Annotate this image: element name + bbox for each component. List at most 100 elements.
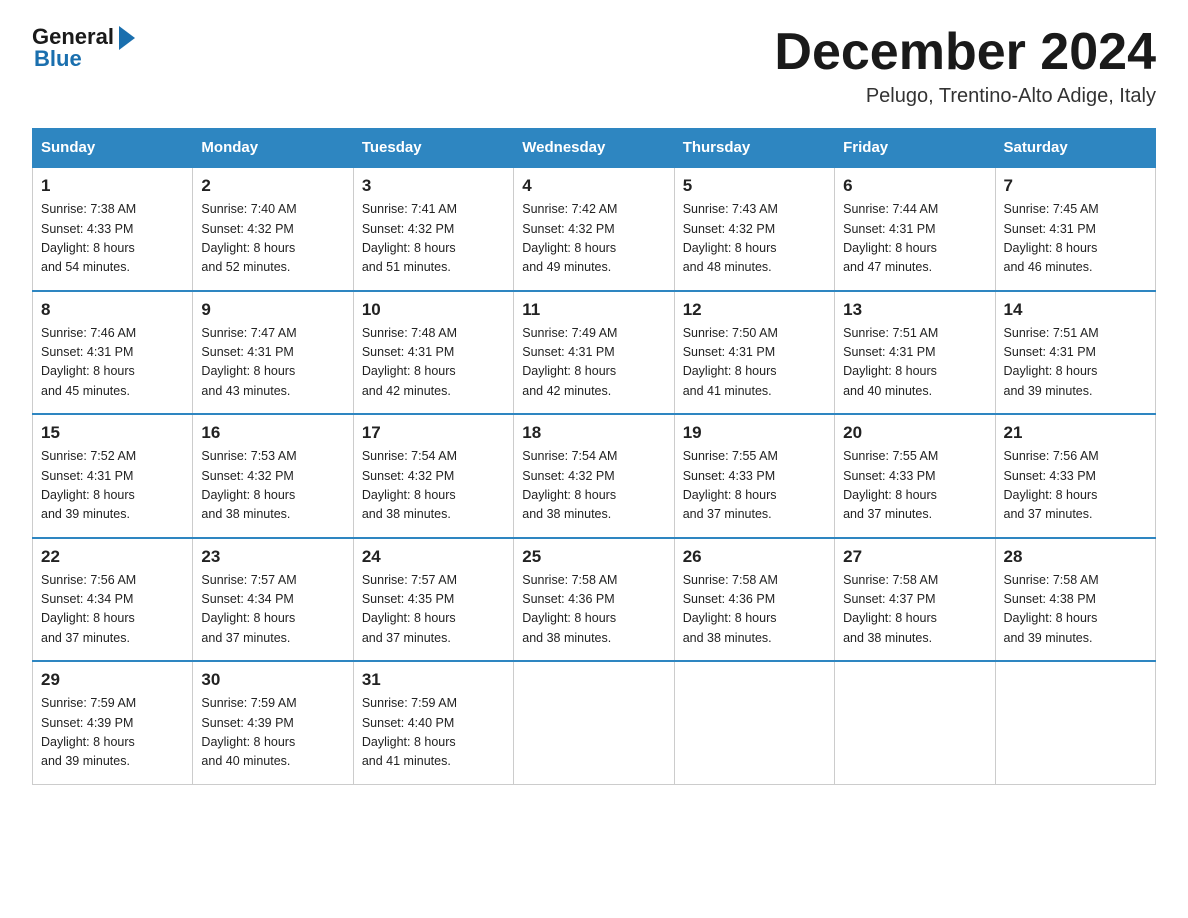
day-number: 11 <box>522 300 665 320</box>
day-number: 19 <box>683 423 826 443</box>
day-info: Sunrise: 7:46 AMSunset: 4:31 PMDaylight:… <box>41 324 184 402</box>
day-info: Sunrise: 7:49 AMSunset: 4:31 PMDaylight:… <box>522 324 665 402</box>
calendar-table: SundayMondayTuesdayWednesdayThursdayFrid… <box>32 128 1156 785</box>
day-info: Sunrise: 7:53 AMSunset: 4:32 PMDaylight:… <box>201 447 344 525</box>
calendar-cell: 15 Sunrise: 7:52 AMSunset: 4:31 PMDaylig… <box>33 414 193 538</box>
calendar-cell: 11 Sunrise: 7:49 AMSunset: 4:31 PMDaylig… <box>514 291 674 415</box>
day-number: 26 <box>683 547 826 567</box>
day-info: Sunrise: 7:58 AMSunset: 4:36 PMDaylight:… <box>683 571 826 649</box>
calendar-cell: 30 Sunrise: 7:59 AMSunset: 4:39 PMDaylig… <box>193 661 353 784</box>
calendar-cell: 25 Sunrise: 7:58 AMSunset: 4:36 PMDaylig… <box>514 538 674 662</box>
calendar-body: 1 Sunrise: 7:38 AMSunset: 4:33 PMDayligh… <box>33 167 1156 784</box>
day-info: Sunrise: 7:44 AMSunset: 4:31 PMDaylight:… <box>843 200 986 278</box>
day-info: Sunrise: 7:56 AMSunset: 4:33 PMDaylight:… <box>1004 447 1147 525</box>
title-block: December 2024 Pelugo, Trentino-Alto Adig… <box>774 24 1156 108</box>
calendar-header: SundayMondayTuesdayWednesdayThursdayFrid… <box>33 129 1156 168</box>
day-number: 20 <box>843 423 986 443</box>
day-number: 6 <box>843 176 986 196</box>
day-info: Sunrise: 7:38 AMSunset: 4:33 PMDaylight:… <box>41 200 184 278</box>
day-header-monday: Monday <box>193 129 353 168</box>
day-info: Sunrise: 7:41 AMSunset: 4:32 PMDaylight:… <box>362 200 505 278</box>
day-info: Sunrise: 7:59 AMSunset: 4:39 PMDaylight:… <box>201 694 344 772</box>
day-info: Sunrise: 7:59 AMSunset: 4:39 PMDaylight:… <box>41 694 184 772</box>
day-number: 9 <box>201 300 344 320</box>
day-number: 16 <box>201 423 344 443</box>
calendar-cell: 4 Sunrise: 7:42 AMSunset: 4:32 PMDayligh… <box>514 167 674 291</box>
logo-arrow-icon <box>119 26 135 50</box>
calendar-cell <box>995 661 1155 784</box>
calendar-cell: 17 Sunrise: 7:54 AMSunset: 4:32 PMDaylig… <box>353 414 513 538</box>
calendar-cell: 12 Sunrise: 7:50 AMSunset: 4:31 PMDaylig… <box>674 291 834 415</box>
day-info: Sunrise: 7:43 AMSunset: 4:32 PMDaylight:… <box>683 200 826 278</box>
logo-blue-text: Blue <box>34 46 82 72</box>
calendar-cell: 14 Sunrise: 7:51 AMSunset: 4:31 PMDaylig… <box>995 291 1155 415</box>
day-number: 25 <box>522 547 665 567</box>
day-number: 7 <box>1004 176 1147 196</box>
day-info: Sunrise: 7:59 AMSunset: 4:40 PMDaylight:… <box>362 694 505 772</box>
page-header: General Blue December 2024 Pelugo, Trent… <box>32 24 1156 108</box>
calendar-cell: 23 Sunrise: 7:57 AMSunset: 4:34 PMDaylig… <box>193 538 353 662</box>
calendar-cell: 3 Sunrise: 7:41 AMSunset: 4:32 PMDayligh… <box>353 167 513 291</box>
calendar-week-row: 29 Sunrise: 7:59 AMSunset: 4:39 PMDaylig… <box>33 661 1156 784</box>
day-number: 30 <box>201 670 344 690</box>
calendar-cell <box>835 661 995 784</box>
day-info: Sunrise: 7:42 AMSunset: 4:32 PMDaylight:… <box>522 200 665 278</box>
day-number: 27 <box>843 547 986 567</box>
day-info: Sunrise: 7:50 AMSunset: 4:31 PMDaylight:… <box>683 324 826 402</box>
calendar-cell: 8 Sunrise: 7:46 AMSunset: 4:31 PMDayligh… <box>33 291 193 415</box>
day-header-tuesday: Tuesday <box>353 129 513 168</box>
calendar-cell: 1 Sunrise: 7:38 AMSunset: 4:33 PMDayligh… <box>33 167 193 291</box>
day-info: Sunrise: 7:51 AMSunset: 4:31 PMDaylight:… <box>843 324 986 402</box>
calendar-week-row: 1 Sunrise: 7:38 AMSunset: 4:33 PMDayligh… <box>33 167 1156 291</box>
calendar-cell: 31 Sunrise: 7:59 AMSunset: 4:40 PMDaylig… <box>353 661 513 784</box>
day-info: Sunrise: 7:48 AMSunset: 4:31 PMDaylight:… <box>362 324 505 402</box>
day-info: Sunrise: 7:57 AMSunset: 4:34 PMDaylight:… <box>201 571 344 649</box>
location-subtitle: Pelugo, Trentino-Alto Adige, Italy <box>774 85 1156 108</box>
day-number: 1 <box>41 176 184 196</box>
day-number: 4 <box>522 176 665 196</box>
day-number: 31 <box>362 670 505 690</box>
calendar-cell: 26 Sunrise: 7:58 AMSunset: 4:36 PMDaylig… <box>674 538 834 662</box>
day-number: 15 <box>41 423 184 443</box>
day-number: 24 <box>362 547 505 567</box>
day-number: 12 <box>683 300 826 320</box>
calendar-week-row: 22 Sunrise: 7:56 AMSunset: 4:34 PMDaylig… <box>33 538 1156 662</box>
day-number: 18 <box>522 423 665 443</box>
day-info: Sunrise: 7:55 AMSunset: 4:33 PMDaylight:… <box>683 447 826 525</box>
calendar-cell: 9 Sunrise: 7:47 AMSunset: 4:31 PMDayligh… <box>193 291 353 415</box>
calendar-cell: 16 Sunrise: 7:53 AMSunset: 4:32 PMDaylig… <box>193 414 353 538</box>
day-number: 3 <box>362 176 505 196</box>
day-header-wednesday: Wednesday <box>514 129 674 168</box>
calendar-cell: 5 Sunrise: 7:43 AMSunset: 4:32 PMDayligh… <box>674 167 834 291</box>
day-number: 17 <box>362 423 505 443</box>
calendar-cell: 22 Sunrise: 7:56 AMSunset: 4:34 PMDaylig… <box>33 538 193 662</box>
day-number: 2 <box>201 176 344 196</box>
calendar-cell <box>514 661 674 784</box>
day-number: 8 <box>41 300 184 320</box>
calendar-cell: 21 Sunrise: 7:56 AMSunset: 4:33 PMDaylig… <box>995 414 1155 538</box>
day-number: 22 <box>41 547 184 567</box>
calendar-week-row: 15 Sunrise: 7:52 AMSunset: 4:31 PMDaylig… <box>33 414 1156 538</box>
day-number: 10 <box>362 300 505 320</box>
day-number: 23 <box>201 547 344 567</box>
calendar-cell: 24 Sunrise: 7:57 AMSunset: 4:35 PMDaylig… <box>353 538 513 662</box>
calendar-cell: 29 Sunrise: 7:59 AMSunset: 4:39 PMDaylig… <box>33 661 193 784</box>
day-info: Sunrise: 7:54 AMSunset: 4:32 PMDaylight:… <box>522 447 665 525</box>
calendar-cell: 20 Sunrise: 7:55 AMSunset: 4:33 PMDaylig… <box>835 414 995 538</box>
day-info: Sunrise: 7:57 AMSunset: 4:35 PMDaylight:… <box>362 571 505 649</box>
month-title: December 2024 <box>774 24 1156 81</box>
day-info: Sunrise: 7:58 AMSunset: 4:38 PMDaylight:… <box>1004 571 1147 649</box>
day-number: 13 <box>843 300 986 320</box>
day-header-saturday: Saturday <box>995 129 1155 168</box>
day-header-row: SundayMondayTuesdayWednesdayThursdayFrid… <box>33 129 1156 168</box>
day-info: Sunrise: 7:51 AMSunset: 4:31 PMDaylight:… <box>1004 324 1147 402</box>
day-info: Sunrise: 7:52 AMSunset: 4:31 PMDaylight:… <box>41 447 184 525</box>
calendar-cell: 27 Sunrise: 7:58 AMSunset: 4:37 PMDaylig… <box>835 538 995 662</box>
day-header-thursday: Thursday <box>674 129 834 168</box>
calendar-cell: 2 Sunrise: 7:40 AMSunset: 4:32 PMDayligh… <box>193 167 353 291</box>
day-number: 5 <box>683 176 826 196</box>
day-info: Sunrise: 7:54 AMSunset: 4:32 PMDaylight:… <box>362 447 505 525</box>
day-header-friday: Friday <box>835 129 995 168</box>
day-info: Sunrise: 7:58 AMSunset: 4:37 PMDaylight:… <box>843 571 986 649</box>
day-info: Sunrise: 7:55 AMSunset: 4:33 PMDaylight:… <box>843 447 986 525</box>
